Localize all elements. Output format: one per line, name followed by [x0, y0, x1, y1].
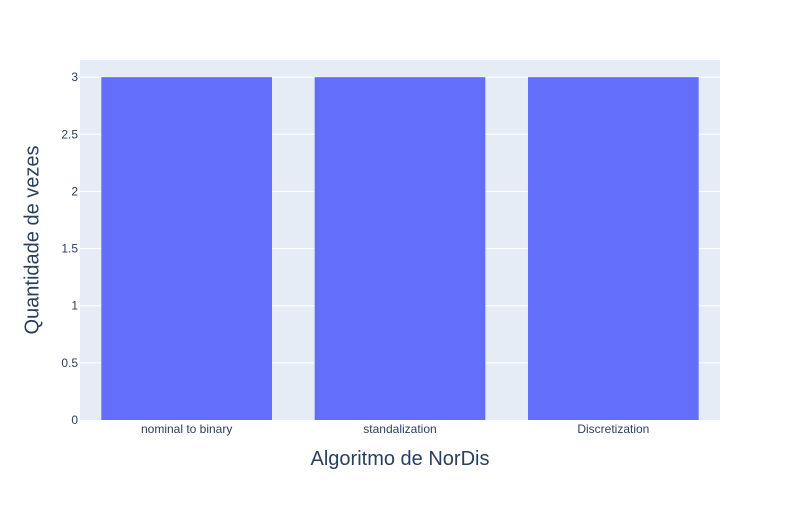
- y-axis-ticks: 0 0.5 1 1.5 2 2.5 3: [61, 70, 78, 427]
- x-tick-label: Discretization: [577, 422, 649, 436]
- y-tick-label: 1: [71, 299, 78, 313]
- y-tick-label: 0.5: [61, 356, 78, 370]
- y-axis-title: Quantidade de vezes: [21, 145, 43, 334]
- bar-discretization[interactable]: [528, 77, 699, 421]
- y-tick-label: 0: [71, 413, 78, 427]
- bar-chart: 0 0.5 1 1.5 2 2.5 3 nominal to binary standaliz…: [21, 60, 720, 470]
- y-tick-label: 3: [71, 70, 78, 84]
- y-tick-label: 2.5: [61, 127, 78, 141]
- bar-nominal-to-binary[interactable]: [101, 77, 272, 421]
- y-tick-label: 1.5: [61, 242, 78, 256]
- chart-container: 0 0.5 1 1.5 2 2.5 3 nominal to binary standaliz…: [0, 0, 800, 500]
- bar-standalization[interactable]: [314, 77, 486, 421]
- bars: [101, 77, 699, 421]
- x-axis-title: Algoritmo de NorDis: [311, 448, 490, 470]
- x-axis-ticks: nominal to binary standalization Discretiz…: [141, 422, 649, 436]
- y-tick-label: 2: [71, 184, 78, 198]
- x-tick-label: nominal to binary: [141, 422, 232, 436]
- x-tick-label: standalization: [363, 422, 436, 436]
